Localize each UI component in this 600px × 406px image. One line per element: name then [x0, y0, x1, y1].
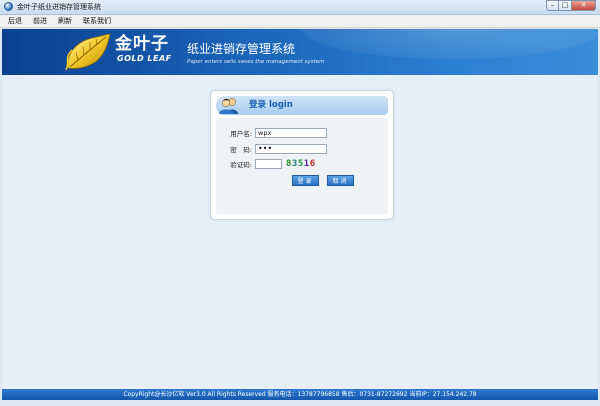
- login-title: 登录 login: [249, 100, 293, 110]
- menu-item-forward[interactable]: 前进: [33, 15, 47, 28]
- window-controls: – □ ✕: [546, 0, 596, 11]
- menu-bar: 后退 前进 刷新 联系我们: [0, 15, 600, 28]
- main-content: 登录 login 用户名: wpx 密 码: ••• 验证码: 8 3 5 1 …: [2, 75, 598, 389]
- password-label: 密 码:: [230, 146, 252, 154]
- close-icon: ✕: [580, 1, 587, 9]
- status-bar: [0, 400, 600, 406]
- username-label: 用户名:: [230, 130, 252, 138]
- username-input[interactable]: wpx: [255, 128, 327, 138]
- system-title: 纸业进销存管理系统: [187, 42, 296, 56]
- captcha-input[interactable]: [255, 159, 282, 169]
- cancel-button[interactable]: 取消: [327, 175, 354, 186]
- header-banner: 金叶子 GOLD LEAF 纸业进销存管理系统 Paper enters sel…: [2, 29, 598, 75]
- minimize-button[interactable]: –: [546, 0, 559, 11]
- captcha-label: 验证码:: [230, 161, 252, 169]
- maximize-icon: □: [561, 1, 569, 9]
- window-title: 金叶子纸业进销存管理系统: [17, 3, 101, 11]
- login-header: 登录 login: [216, 96, 388, 115]
- minimize-icon: –: [550, 1, 555, 9]
- username-row: 用户名: wpx: [216, 128, 327, 138]
- login-button[interactable]: 登录: [292, 175, 319, 186]
- maximize-button[interactable]: □: [559, 0, 572, 11]
- logo-chinese-text: 金叶子: [115, 34, 169, 54]
- captcha-row: 验证码: 8 3 5 1 6: [216, 159, 316, 169]
- captcha-image[interactable]: 8 3 5 1 6: [286, 159, 316, 169]
- window-titlebar: 金叶子纸业进销存管理系统 – □ ✕: [0, 0, 600, 15]
- gold-leaf-logo-icon: [65, 33, 111, 71]
- login-panel: 登录 login 用户名: wpx 密 码: ••• 验证码: 8 3 5 1 …: [210, 90, 394, 220]
- users-icon: [219, 98, 238, 114]
- system-subtitle: Paper enters sells saves the management …: [187, 59, 325, 65]
- menu-item-refresh[interactable]: 刷新: [58, 15, 72, 28]
- logo-english-text: GOLD LEAF: [117, 54, 172, 63]
- app-icon: [4, 2, 13, 11]
- password-row: 密 码: •••: [216, 144, 327, 154]
- close-button[interactable]: ✕: [572, 0, 596, 11]
- password-input[interactable]: •••: [255, 144, 327, 154]
- footer-bar: CopyRight@长沙亿软 Ver3.0 All Rights Reserve…: [2, 389, 598, 400]
- login-form: 用户名: wpx 密 码: ••• 验证码: 8 3 5 1 6 登录 取消: [216, 118, 388, 214]
- menu-item-back[interactable]: 后退: [8, 15, 22, 28]
- menu-item-contact[interactable]: 联系我们: [83, 15, 111, 28]
- captcha-digit: 6: [309, 159, 316, 169]
